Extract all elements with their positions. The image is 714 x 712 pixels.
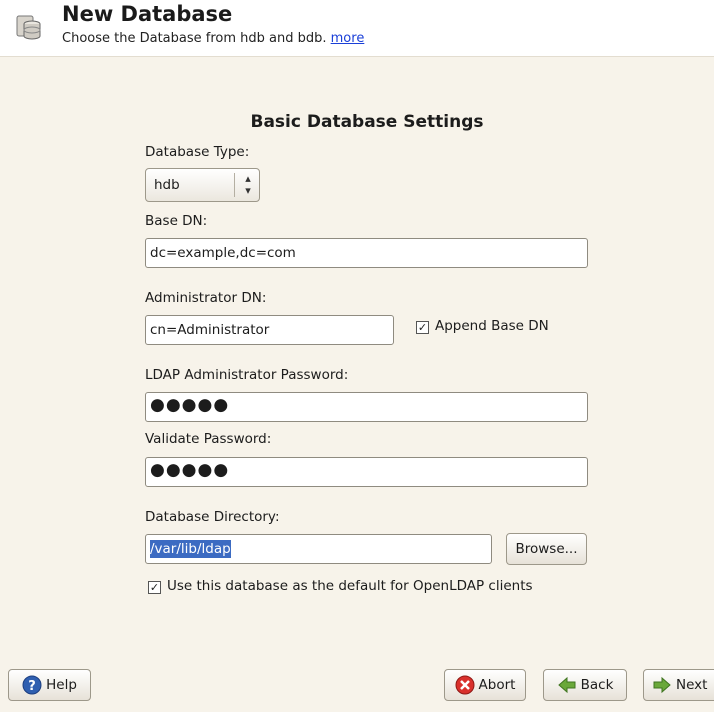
database-type-label: Database Type: bbox=[145, 144, 250, 160]
subtitle-text: Choose the Database from hdb and bdb. bbox=[62, 31, 327, 46]
svg-text:?: ? bbox=[28, 679, 36, 694]
db-directory-label: Database Directory: bbox=[145, 509, 280, 525]
next-button[interactable]: Next bbox=[643, 669, 714, 701]
ldap-password-input[interactable]: ●●●●● bbox=[145, 392, 588, 422]
db-directory-input[interactable]: /var/lib/ldap bbox=[145, 534, 492, 564]
admin-dn-label: Administrator DN: bbox=[145, 290, 267, 306]
default-client-checkbox[interactable]: ✓ Use this database as the default for Op… bbox=[148, 578, 533, 594]
checkbox-checked-icon: ✓ bbox=[148, 581, 161, 594]
arrow-left-icon bbox=[557, 676, 576, 694]
page-title: New Database bbox=[62, 2, 233, 26]
next-label: Next bbox=[676, 677, 708, 693]
page-subtitle: Choose the Database from hdb and bdb. mo… bbox=[62, 31, 364, 46]
base-dn-input[interactable]: dc=example,dc=com bbox=[145, 238, 588, 268]
database-icon bbox=[16, 15, 41, 40]
abort-label: Abort bbox=[478, 677, 516, 693]
back-button[interactable]: Back bbox=[543, 669, 627, 701]
checkbox-checked-icon: ✓ bbox=[416, 321, 429, 334]
arrow-right-icon bbox=[653, 676, 671, 694]
updown-arrows-icon: ▴ ▾ bbox=[245, 172, 251, 197]
select-separator bbox=[234, 173, 235, 197]
database-type-value: hdb bbox=[154, 177, 180, 193]
database-type-select[interactable]: hdb ▴ ▾ bbox=[145, 168, 260, 202]
abort-button[interactable]: Abort bbox=[444, 669, 526, 701]
append-base-dn-label: Append Base DN bbox=[435, 318, 549, 334]
default-client-label: Use this database as the default for Ope… bbox=[167, 578, 533, 594]
base-dn-label: Base DN: bbox=[145, 213, 208, 229]
abort-icon bbox=[455, 675, 475, 695]
help-label: Help bbox=[46, 677, 77, 693]
browse-button[interactable]: Browse... bbox=[506, 533, 587, 565]
help-button[interactable]: ? Help bbox=[8, 669, 91, 701]
db-directory-value: /var/lib/ldap bbox=[150, 540, 231, 558]
section-title: Basic Database Settings bbox=[250, 112, 484, 132]
ldap-password-label: LDAP Administrator Password: bbox=[145, 367, 349, 383]
validate-password-label: Validate Password: bbox=[145, 431, 272, 447]
back-label: Back bbox=[580, 677, 614, 693]
validate-password-input[interactable]: ●●●●● bbox=[145, 457, 588, 487]
admin-dn-input[interactable]: cn=Administrator bbox=[145, 315, 394, 345]
dialog-header: New Database Choose the Database from hd… bbox=[0, 0, 714, 57]
more-link[interactable]: more bbox=[331, 31, 365, 46]
help-icon: ? bbox=[22, 675, 42, 695]
append-base-dn-checkbox[interactable]: ✓ Append Base DN bbox=[416, 318, 549, 334]
